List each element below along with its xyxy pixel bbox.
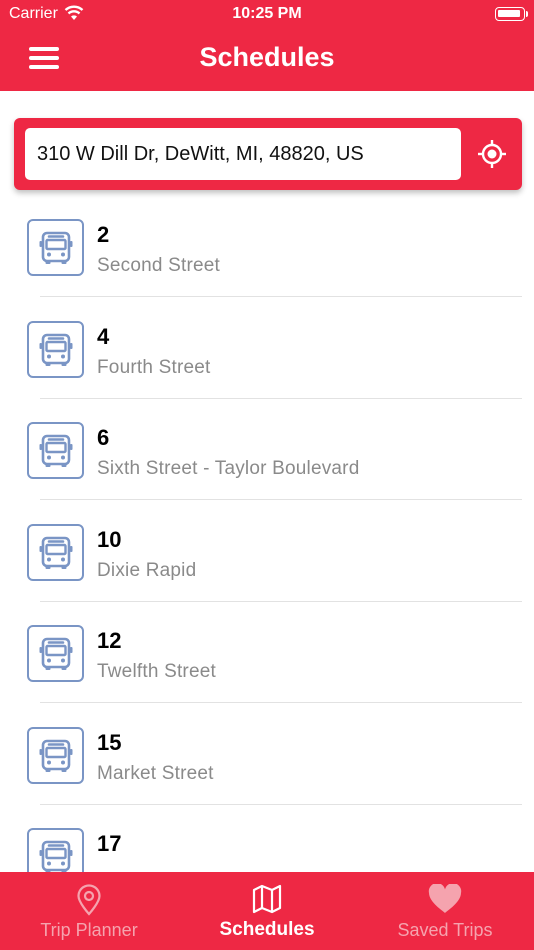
route-name: Twelfth Street xyxy=(97,661,216,682)
route-name: Market Street xyxy=(97,762,214,784)
bus-icon xyxy=(27,523,84,581)
location-input[interactable] xyxy=(25,128,461,180)
route-row[interactable]: 17 xyxy=(0,815,534,872)
route-number: 2 xyxy=(97,222,110,247)
tab-bar: Trip Planner Schedules Saved Trips xyxy=(0,872,534,950)
map-pin-icon xyxy=(0,884,178,921)
tab-trip-planner[interactable]: Trip Planner xyxy=(0,872,178,950)
divider xyxy=(40,702,522,703)
bus-icon xyxy=(27,828,84,872)
bus-icon xyxy=(27,625,84,682)
route-number: 6 xyxy=(97,425,110,450)
tab-schedules[interactable]: Schedules xyxy=(178,872,356,950)
location-search-bar xyxy=(14,118,522,190)
route-name: Second Street xyxy=(97,255,221,276)
tab-label: Schedules xyxy=(219,919,315,940)
divider xyxy=(40,499,522,500)
route-name: Dixie Rapid xyxy=(97,559,197,581)
divider xyxy=(40,803,522,805)
route-name: Fourth Street xyxy=(97,356,211,378)
bus-icon xyxy=(27,219,84,276)
bus-icon xyxy=(27,726,84,784)
route-number: 10 xyxy=(97,526,122,552)
route-list[interactable]: 2 Second Street 4 Fourth Street 6 Sixth … xyxy=(0,206,534,872)
route-row[interactable]: 6 Sixth Street - Taylor Boulevard xyxy=(0,409,534,511)
crosshair-icon xyxy=(478,140,506,168)
battery-icon xyxy=(495,7,525,21)
tab-label: Trip Planner xyxy=(40,920,138,940)
tab-label: Saved Trips xyxy=(397,920,493,940)
route-row[interactable]: 2 Second Street xyxy=(0,206,534,308)
status-time: 10:25 PM xyxy=(232,5,302,22)
route-number: 4 xyxy=(97,323,110,349)
tab-saved-trips[interactable]: Saved Trips xyxy=(356,872,534,950)
divider xyxy=(40,600,522,602)
route-row[interactable]: 15 Market Street xyxy=(0,714,534,816)
current-location-button[interactable] xyxy=(477,139,507,169)
top-bar: Carrier 10:25 PM Schedules xyxy=(0,0,534,91)
bus-icon xyxy=(27,422,84,479)
heart-icon xyxy=(356,883,534,919)
map-icon xyxy=(178,884,356,919)
bus-icon xyxy=(27,320,84,378)
route-row[interactable]: 4 Fourth Street xyxy=(0,308,534,410)
route-name: Sixth Street - Taylor Boulevard xyxy=(97,458,360,479)
route-number: 17 xyxy=(97,831,122,856)
route-number: 12 xyxy=(97,628,122,653)
route-number: 15 xyxy=(97,729,122,755)
status-bar: Carrier 10:25 PM xyxy=(0,0,534,30)
divider xyxy=(40,296,522,297)
route-row[interactable]: 12 Twelfth Street xyxy=(0,612,534,714)
route-row[interactable]: 10 Dixie Rapid xyxy=(0,511,534,613)
page-title: Schedules xyxy=(199,42,335,72)
divider xyxy=(40,397,522,399)
